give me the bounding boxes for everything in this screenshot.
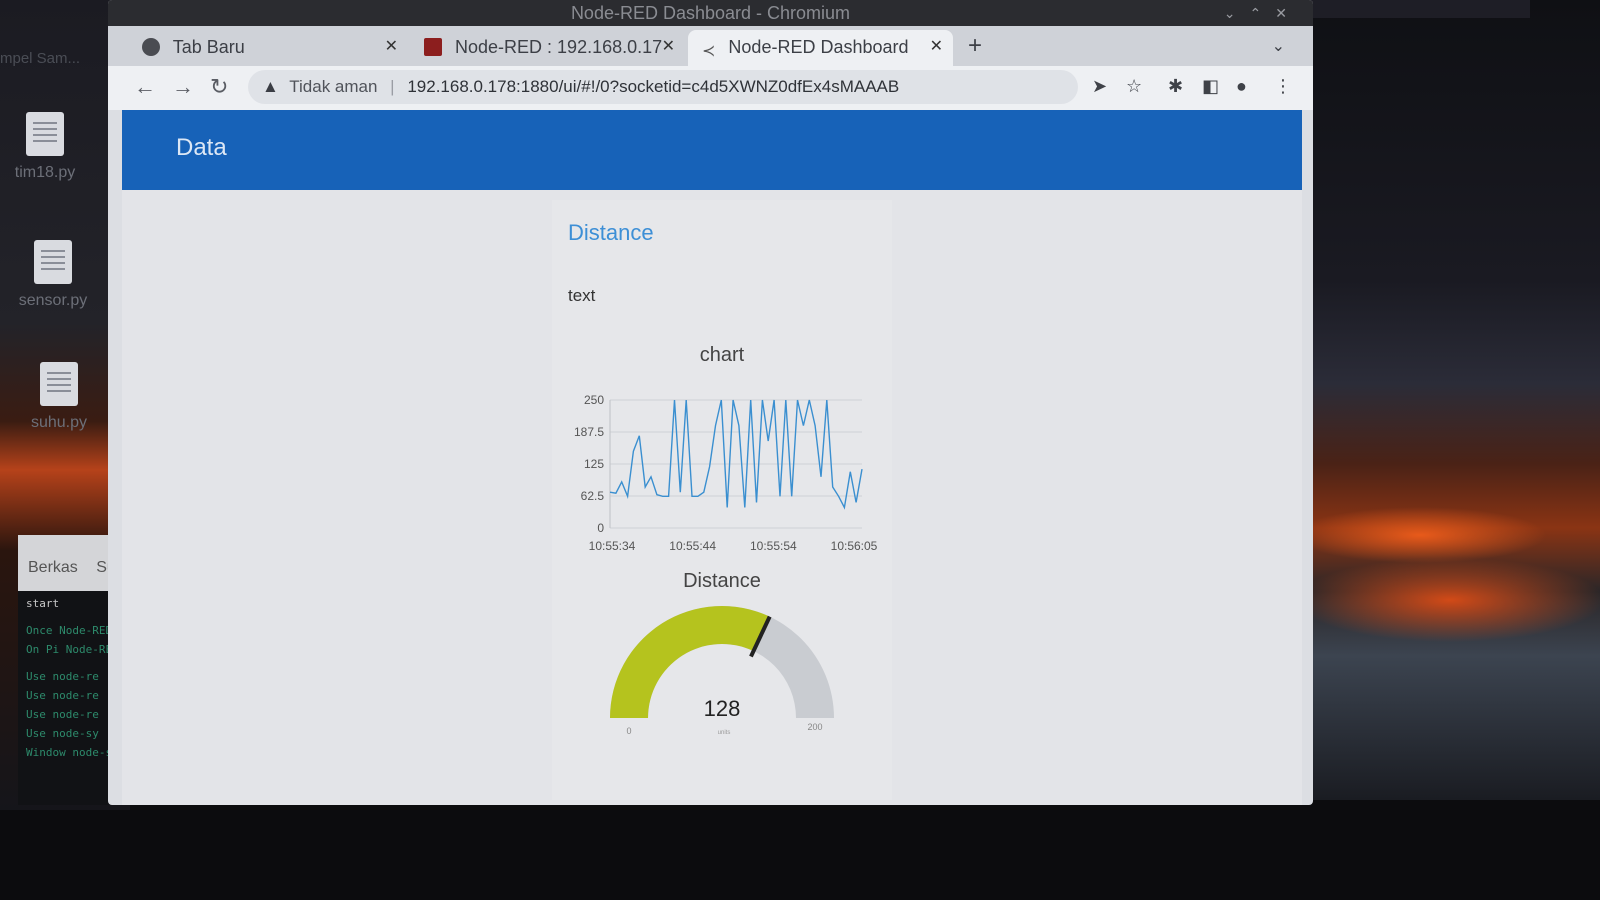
gauge-units-label: units bbox=[718, 730, 731, 736]
browser-window: Node-RED Dashboard - Chromium ⌄⌃✕ Tab Ba… bbox=[108, 0, 1313, 805]
tab-label: Node-RED : 192.168.0.17 bbox=[455, 37, 663, 57]
forward-arrow-icon[interactable]: → bbox=[172, 74, 194, 100]
window-title: Node-RED Dashboard - Chromium bbox=[570, 3, 851, 23]
y-tick-label: 0 bbox=[597, 521, 604, 535]
url-text[interactable]: 192.168.0.178:1880/ui/#!/0?socketid=c4d5… bbox=[407, 77, 899, 96]
x-tick-label: 10:55:34 bbox=[589, 539, 636, 553]
y-tick-label: 187.5 bbox=[574, 425, 604, 439]
new-tab-plus-icon[interactable]: + bbox=[968, 32, 982, 60]
security-status[interactable]: Tidak aman bbox=[289, 77, 377, 96]
desktop-file-sensor[interactable]: sensor.py bbox=[8, 240, 98, 310]
line-chart: 0 62.5 125 187.5 250 10:55:34 10:55:44 10:55:54… bbox=[574, 393, 878, 553]
desktop-file-label: suhu.py bbox=[30, 414, 88, 431]
tab-new-tab[interactable]: Tab Baru ✕ bbox=[128, 30, 408, 66]
tab-search-chevron-icon[interactable]: ⌄ bbox=[1272, 36, 1285, 56]
gauge-min-label: 0 bbox=[626, 726, 631, 736]
globe-icon bbox=[142, 38, 160, 56]
python-file-icon bbox=[26, 112, 64, 156]
distance-group-card: Distance text chart 0 62.5 125 187.5 250 10:5… bbox=[552, 200, 892, 800]
desktop-file-suhu[interactable]: suhu.py bbox=[14, 362, 104, 432]
tab-close-icon[interactable]: ✕ bbox=[930, 30, 943, 64]
x-tick-label: 10:55:44 bbox=[669, 539, 716, 553]
chart-title: chart bbox=[699, 344, 745, 366]
minimize-icon[interactable]: ⌄ bbox=[1224, 5, 1250, 21]
node-red-icon bbox=[424, 38, 442, 56]
tab-label: Node-RED Dashboard bbox=[728, 37, 909, 57]
address-separator: | bbox=[390, 77, 395, 96]
dashboard-viewport: Data Distance text chart 0 62.5 125 187.5 25… bbox=[122, 110, 1302, 805]
back-arrow-icon[interactable]: ← bbox=[134, 74, 156, 100]
window-controls: ⌄⌃✕ bbox=[1224, 0, 1301, 26]
tab-strip: Tab Baru ✕ Node-RED : 192.168.0.17 ✕ ≺ N… bbox=[108, 26, 1313, 66]
browser-toolbar: ← → ↻ ▲ Tidak aman | 192.168.0.178:1880/… bbox=[108, 66, 1313, 110]
python-file-icon bbox=[34, 240, 72, 284]
desktop-folder-label: mpel Sam... bbox=[0, 50, 81, 67]
profile-avatar-icon[interactable]: ● bbox=[1236, 76, 1247, 97]
share-send-icon[interactable]: ➤ bbox=[1092, 76, 1107, 97]
terminal-menu-file[interactable]: Berkas bbox=[28, 559, 78, 576]
close-window-icon[interactable]: ✕ bbox=[1275, 5, 1301, 21]
tab-label: Tab Baru bbox=[172, 37, 245, 57]
python-file-icon bbox=[40, 362, 78, 406]
desktop-file-label: sensor.py bbox=[18, 292, 88, 309]
warning-triangle-icon[interactable]: ▲ bbox=[262, 77, 279, 96]
x-tick-label: 10:56:05 bbox=[831, 539, 878, 553]
tab-close-icon[interactable]: ✕ bbox=[662, 30, 675, 64]
dashboard-icon: ≺ bbox=[702, 43, 716, 60]
side-panel-icon[interactable]: ◧ bbox=[1202, 76, 1219, 97]
y-tick-label: 250 bbox=[584, 393, 604, 407]
window-titlebar[interactable]: Node-RED Dashboard - Chromium ⌄⌃✕ bbox=[108, 0, 1313, 26]
browser-menu-kebab-icon[interactable]: ⋮ bbox=[1274, 76, 1292, 97]
tab-node-red-editor[interactable]: Node-RED : 192.168.0.17 ✕ bbox=[410, 30, 685, 66]
extensions-puzzle-icon[interactable]: ✱ bbox=[1168, 76, 1183, 97]
tab-close-icon[interactable]: ✕ bbox=[385, 30, 398, 64]
text-widget: text bbox=[568, 286, 596, 305]
chart-grid bbox=[610, 399, 862, 529]
dashboard-page-title: Data bbox=[176, 134, 227, 161]
gauge-value: 128 bbox=[703, 696, 741, 721]
y-tick-label: 62.5 bbox=[581, 489, 605, 503]
x-tick-label: 10:55:54 bbox=[750, 539, 797, 553]
desktop-file-tim18[interactable]: tim18.py bbox=[0, 112, 90, 182]
gauge-title: Distance bbox=[683, 570, 761, 592]
address-bar[interactable]: ▲ Tidak aman | 192.168.0.178:1880/ui/#!/… bbox=[248, 70, 1078, 104]
dashboard-header: Data bbox=[122, 110, 1302, 190]
gauge-max-label: 200 bbox=[807, 722, 822, 732]
bookmark-star-icon[interactable]: ☆ bbox=[1126, 76, 1142, 97]
desktop-panel-strip bbox=[1310, 0, 1530, 18]
desktop-file-label: tim18.py bbox=[14, 164, 76, 181]
group-title: Distance bbox=[568, 220, 654, 245]
reload-icon[interactable]: ↻ bbox=[210, 74, 228, 100]
series-line bbox=[609, 399, 863, 510]
maximize-icon[interactable]: ⌃ bbox=[1250, 5, 1276, 21]
y-tick-label: 125 bbox=[584, 457, 604, 471]
tab-node-red-dashboard[interactable]: ≺ Node-RED Dashboard ✕ bbox=[688, 30, 953, 66]
